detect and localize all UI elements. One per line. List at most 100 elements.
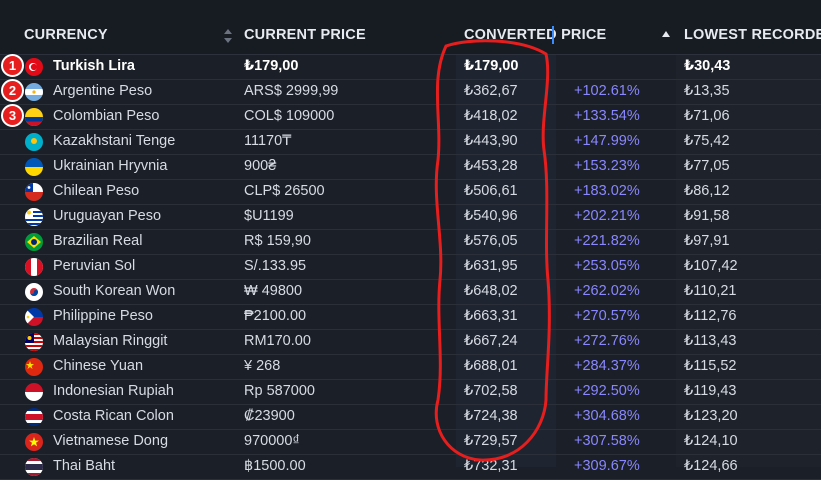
price-difference-percent: +253.05% xyxy=(574,258,640,274)
lowest-recorded-price: ₺107,42 xyxy=(684,258,738,274)
current-price: 900₴ xyxy=(244,158,277,174)
current-price: COL$ 109000 xyxy=(244,108,335,124)
ukraine-flag-icon xyxy=(25,158,43,176)
header-currency[interactable]: CURRENCY xyxy=(24,0,108,54)
table-row[interactable]: Argentine Peso ARS$ 2999,99 ₺362,67 +102.61… xyxy=(0,79,821,105)
current-price: $U1199 xyxy=(244,208,294,224)
currency-name: Indonesian Rupiah xyxy=(53,383,174,399)
converted-price: ₺724,38 xyxy=(464,408,518,424)
argentina-flag-icon xyxy=(25,83,43,101)
converted-price: ₺688,01 xyxy=(464,358,518,374)
thailand-flag-icon xyxy=(25,458,43,476)
current-price: 970000₫ xyxy=(244,433,300,449)
currency-name: Argentine Peso xyxy=(53,83,153,99)
turkey-flag-icon xyxy=(25,58,43,76)
table-row[interactable]: Turkish Lira ₺179,00 ₺179,00 ₺30,43 xyxy=(0,54,821,80)
converted-price: ₺540,96 xyxy=(464,208,518,224)
brazil-flag-icon xyxy=(25,233,43,251)
lowest-recorded-price: ₺91,58 xyxy=(684,208,730,224)
indonesia-flag-icon xyxy=(25,383,43,401)
table-row[interactable]: Chinese Yuan ¥ 268 ₺688,01 +284.37% ₺115,52 xyxy=(0,354,821,380)
current-price: ₱2100.00 xyxy=(244,308,307,324)
currency-name: Peruvian Sol xyxy=(53,258,136,274)
table-header: CURRENCY CURRENT PRICE CONVERTED PRICE L… xyxy=(0,0,821,55)
header-current-price[interactable]: CURRENT PRICE xyxy=(244,0,366,54)
current-price: Rp 587000 xyxy=(244,383,315,399)
converted-price: ₺631,95 xyxy=(464,258,518,274)
sort-ascending-icon[interactable] xyxy=(662,31,670,37)
philippines-flag-icon xyxy=(25,308,43,326)
table-row[interactable]: Thai Baht ฿1500.00 ₺732,31 +309.67% ₺124,66 xyxy=(0,454,821,480)
header-lowest-recorded[interactable]: LOWEST RECORDED xyxy=(684,0,821,54)
converted-price: ₺702,58 xyxy=(464,383,518,399)
lowest-recorded-price: ₺86,12 xyxy=(684,183,730,199)
currency-name: Brazilian Real xyxy=(53,233,143,249)
table-row[interactable]: Colombian Peso COL$ 109000 ₺418,02 +133.54%… xyxy=(0,104,821,130)
converted-price: ₺648,02 xyxy=(464,283,518,299)
current-price: ₩ 49800 xyxy=(244,283,303,299)
table-row[interactable]: Ukrainian Hryvnia 900₴ ₺453,28 +153.23% ₺77,… xyxy=(0,154,821,180)
table-row[interactable]: Vietnamese Dong 970000₫ ₺729,57 +307.58% ₺12… xyxy=(0,429,821,455)
table-row[interactable]: Peruvian Sol S/.133.95 ₺631,95 +253.05% ₺107… xyxy=(0,254,821,280)
text-cursor xyxy=(552,26,554,44)
chile-flag-icon xyxy=(25,183,43,201)
table-row[interactable]: Uruguayan Peso $U1199 ₺540,96 +202.21% ₺91,5… xyxy=(0,204,821,230)
kazakhstan-flag-icon xyxy=(25,133,43,151)
current-price: RM170.00 xyxy=(244,333,311,349)
uruguay-flag-icon xyxy=(25,208,43,226)
currency-name: Colombian Peso xyxy=(53,108,160,124)
lowest-recorded-price: ₺119,43 xyxy=(684,383,737,399)
price-difference-percent: +270.57% xyxy=(574,308,640,324)
price-difference-percent: +133.54% xyxy=(574,108,640,124)
table-row[interactable]: Chilean Peso CLP$ 26500 ₺506,61 +183.02% ₺86… xyxy=(0,179,821,205)
price-difference-percent: +272.76% xyxy=(574,333,640,349)
currency-name: South Korean Won xyxy=(53,283,176,299)
current-price: ¥ 268 xyxy=(244,358,281,374)
table-row[interactable]: Costa Rican Colon ₡23900 ₺724,38 +304.68% ₺1… xyxy=(0,404,821,430)
converted-price: ₺729,57 xyxy=(464,433,518,449)
current-price: S/.133.95 xyxy=(244,258,307,274)
table-row[interactable]: Kazakhstani Tenge 11170₸ ₺443,90 +147.99% ₺7… xyxy=(0,129,821,155)
lowest-recorded-price: ₺77,05 xyxy=(684,158,730,174)
converted-price: ₺667,24 xyxy=(464,333,518,349)
price-difference-percent: +221.82% xyxy=(574,233,640,249)
lowest-recorded-price: ₺13,35 xyxy=(684,83,730,99)
current-price: CLP$ 26500 xyxy=(244,183,325,199)
current-price: ARS$ 2999,99 xyxy=(244,83,339,99)
price-difference-percent: +292.50% xyxy=(574,383,640,399)
sort-updown-icon[interactable] xyxy=(224,29,232,43)
currency-name: Uruguayan Peso xyxy=(53,208,162,224)
price-difference-percent: +102.61% xyxy=(574,83,640,99)
malaysia-flag-icon xyxy=(25,333,43,351)
lowest-recorded-price: ₺71,06 xyxy=(684,108,730,124)
price-difference-percent: +153.23% xyxy=(574,158,640,174)
converted-price: ₺506,61 xyxy=(464,183,518,199)
table-row[interactable]: Philippine Peso ₱2100.00 ₺663,31 +270.57% ₺1… xyxy=(0,304,821,330)
annotation-badge-2: 2 xyxy=(1,79,24,102)
lowest-recorded-price: ₺113,43 xyxy=(684,333,737,349)
price-difference-percent: +284.37% xyxy=(574,358,640,374)
currency-name: Chilean Peso xyxy=(53,183,140,199)
current-price: ₺179,00 xyxy=(244,58,299,74)
colombia-flag-icon xyxy=(25,108,43,126)
lowest-recorded-price: ₺112,76 xyxy=(684,308,737,324)
price-difference-percent: +262.02% xyxy=(574,283,640,299)
currency-name: Chinese Yuan xyxy=(53,358,144,374)
south-korea-flag-icon xyxy=(25,283,43,301)
price-difference-percent: +304.68% xyxy=(574,408,640,424)
price-difference-percent: +147.99% xyxy=(574,133,640,149)
lowest-recorded-price: ₺97,91 xyxy=(684,233,730,249)
annotation-badge-1: 1 xyxy=(1,54,24,77)
currency-name: Vietnamese Dong xyxy=(53,433,169,449)
china-flag-icon xyxy=(25,358,43,376)
table-row[interactable]: South Korean Won ₩ 49800 ₺648,02 +262.02% ₺1… xyxy=(0,279,821,305)
table-row[interactable]: Indonesian Rupiah Rp 587000 ₺702,58 +292.50… xyxy=(0,379,821,405)
current-price: ₡23900 xyxy=(244,408,295,424)
current-price: 11170₸ xyxy=(244,133,292,149)
currency-name: Kazakhstani Tenge xyxy=(53,133,176,149)
table-row[interactable]: Malaysian Ringgit RM170.00 ₺667,24 +272.76%… xyxy=(0,329,821,355)
table-row[interactable]: Brazilian Real R$ 159,90 ₺576,05 +221.82% ₺9… xyxy=(0,229,821,255)
lowest-recorded-price: ₺124,10 xyxy=(684,433,738,449)
header-converted-price[interactable]: CONVERTED PRICE xyxy=(464,0,606,54)
converted-price: ₺453,28 xyxy=(464,158,518,174)
